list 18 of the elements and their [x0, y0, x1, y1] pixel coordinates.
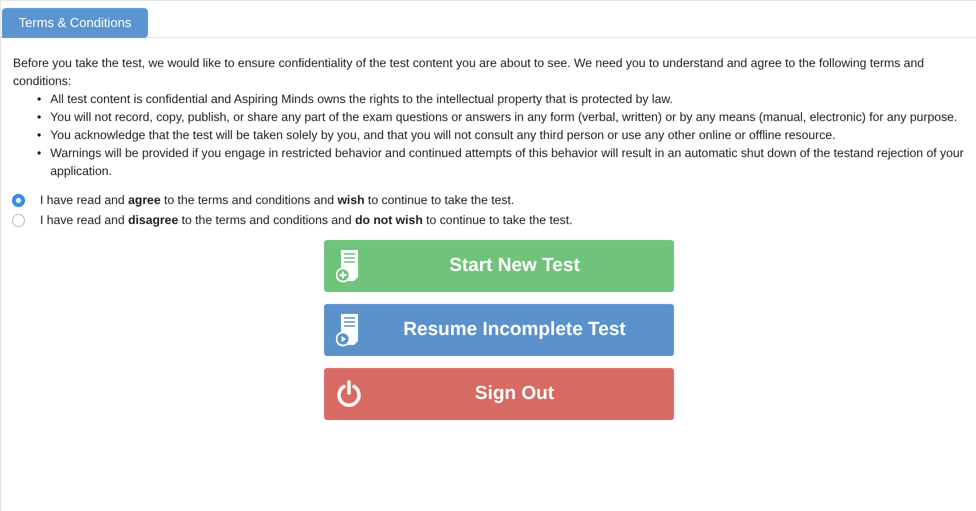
start-test-button[interactable]: Start New Test	[324, 240, 674, 292]
sign-out-button[interactable]: Sign Out	[324, 368, 674, 420]
option-label: I have read and agree to the terms and conditions and wish to continue to take the test.	[40, 192, 514, 209]
term-item: Warnings will be provided if you engage in restricted behavior and continued attempts of this behavior will result in an automatic shut down of the testand rejection of your application.	[50, 145, 964, 180]
radio-button[interactable]	[12, 194, 25, 206]
option-label: I have read and disagree to the terms and conditions and do not wish to continue to take the test.	[40, 212, 572, 229]
bullet: •	[37, 91, 42, 108]
bullet: •	[37, 109, 42, 126]
term-item: You acknowledge that the test will be taken solely by you, and that you will not consult any third person or use any other online or offline resource.	[50, 127, 836, 144]
power-icon	[336, 380, 362, 408]
term-item: All test content is confidential and Aspiring Minds owns the rights to the intellectual property that is protected by law.	[50, 91, 673, 108]
terms-tab[interactable]: Terms & Conditions	[2, 8, 148, 38]
resume-test-button[interactable]: Resume Incomplete Test	[324, 304, 674, 356]
term-item: You will not record, copy, publish, or share any part of the exam questions or answers in any form (verbal, written) or by any means (manual, electronic) for any purpose.	[50, 109, 958, 126]
intro-paragraph: Before you take the test, we would like to ensure confidentiality of the test content you are about to see. We need you to understand and agree to the following terms and conditions:	[13, 55, 926, 90]
bullet: •	[37, 145, 42, 162]
radio-button[interactable]	[12, 214, 25, 226]
bullet: •	[37, 127, 42, 144]
